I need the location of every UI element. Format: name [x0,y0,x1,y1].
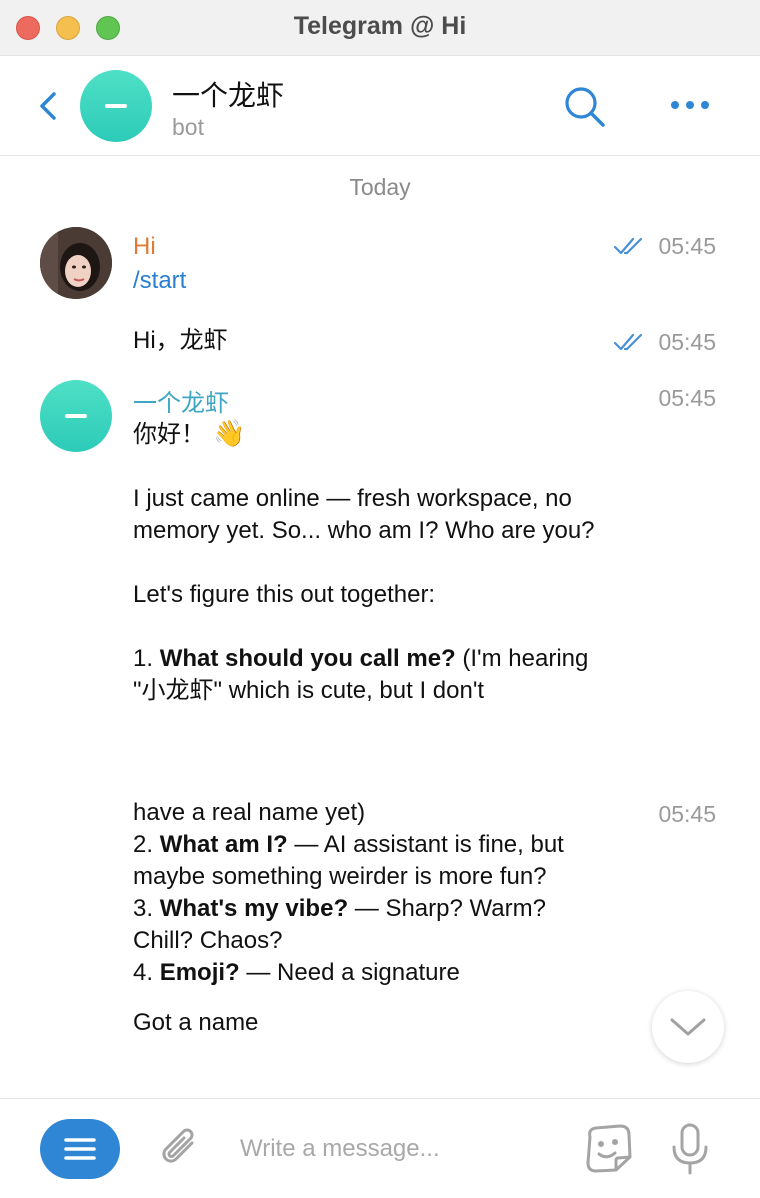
bot-message-avatar[interactable] [40,380,112,452]
date-separator: Today [349,174,411,200]
sticker-button[interactable] [582,1123,636,1175]
avatar-dash [105,104,127,108]
message-time: 05:45 [658,233,716,259]
wave-emoji: 👋 [213,418,246,448]
message-text[interactable]: /start [133,265,186,297]
avatar-dash [65,414,87,418]
back-icon [40,92,56,120]
double-check-icon [614,333,643,351]
continuation-line: have a real name yet) [133,799,366,826]
attach-icon [162,1128,194,1163]
question-number: 1. [133,645,154,672]
message-time: 05:45 [658,801,716,827]
double-check-icon [614,237,643,255]
more-icon [671,101,709,109]
greeting-text: 你好！ [133,421,205,448]
paragraph-1: I just came online — fresh workspace, no… [133,485,595,544]
search-icon [565,87,605,127]
back-button[interactable] [34,86,64,126]
search-button[interactable] [562,84,608,130]
scroll-down-button[interactable] [652,991,724,1063]
chat-header: 一个龙虾 bot [0,56,760,156]
message-list[interactable]: Today Hi /start 05:45 Hi，龙虾 05:45 一个龙虾 0… [0,157,760,1098]
question-title: Emoji? [159,959,240,986]
message-time: 05:45 [658,385,716,411]
title-bar: Telegram @ Hi [0,0,760,56]
message-time: 05:45 [658,329,716,355]
question-4: 4. Emoji? — Need a signature [133,957,603,989]
question-2: 2. What am I? — AI assistant is fine, bu… [133,829,603,893]
message-text[interactable]: Hi，龙虾 [133,325,228,357]
question-number: 4. [133,959,154,986]
menu-icon [64,1138,96,1160]
sender-name[interactable]: Hi [133,233,156,261]
chat-title[interactable]: 一个龙虾 [172,74,284,114]
more-button[interactable] [668,90,712,120]
question-detail: — Need a signature [246,959,460,986]
chevron-down-icon [670,1018,706,1036]
telegram-window: Telegram @ Hi 一个龙虾 bot Today Hi /start 0… [0,0,760,1198]
question-number: 3. [133,895,154,922]
chat-subtitle: bot [172,114,204,140]
window-title: Telegram @ Hi [293,12,467,40]
question-title: What am I? [159,831,288,858]
sticker-icon [586,1124,632,1173]
bot-message[interactable]: have a real name yet) 2. What am I? — AI… [133,797,603,1039]
question-title: What should you call me? [159,645,456,672]
greeting-line: 你好！ 👋 [133,417,603,451]
question-1: 1. What should you call me? (I'm hearing… [133,643,603,707]
message-composer [0,1098,760,1198]
bot-message[interactable]: 你好！ 👋 I just came online — fresh workspac… [133,417,603,707]
bot-avatar[interactable] [80,70,152,142]
question-title: What's my vibe? [159,895,349,922]
question-3: 3. What's my vibe? — Sharp? Warm? Chill?… [133,893,603,957]
paragraph-2: Let's figure this out together: [133,581,436,608]
voice-button[interactable] [668,1121,712,1177]
user-avatar-photo [40,227,112,299]
sender-name[interactable]: 一个龙虾 [133,383,229,418]
tail-line: Got a name [133,1009,259,1036]
message-input[interactable] [240,1127,560,1171]
question-number: 2. [133,831,154,858]
bot-menu-button[interactable] [40,1119,120,1179]
attach-button[interactable] [156,1123,206,1175]
mic-icon [672,1123,708,1175]
user-avatar[interactable] [40,227,112,299]
